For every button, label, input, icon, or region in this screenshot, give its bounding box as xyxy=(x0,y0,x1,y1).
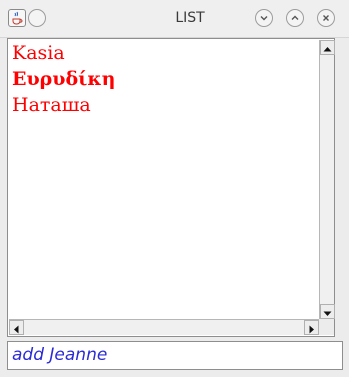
maximize-icon[interactable] xyxy=(286,9,304,27)
vertical-scrollbar[interactable] xyxy=(319,40,335,319)
list-item[interactable]: Kasia xyxy=(9,40,319,66)
add-item-input[interactable]: add Jeanne xyxy=(7,341,343,370)
scrollbar-corner xyxy=(319,319,334,335)
arrow-right-icon[interactable] xyxy=(304,320,319,335)
window-menu-icon[interactable] xyxy=(28,9,46,27)
minimize-icon[interactable] xyxy=(255,9,273,27)
arrow-left-icon[interactable] xyxy=(9,320,24,335)
window-content: Kasia Ευρυδίκη Наташа add Jeanne xyxy=(0,38,343,377)
list-item[interactable]: Ευρυδίκη xyxy=(9,66,319,92)
arrow-up-icon[interactable] xyxy=(320,40,335,55)
list[interactable]: Kasia Ευρυδίκη Наташа xyxy=(9,40,319,319)
list-item[interactable]: Наташа xyxy=(9,92,319,118)
java-cup-icon[interactable] xyxy=(8,9,26,27)
horizontal-scrollbar[interactable] xyxy=(9,319,319,335)
close-icon[interactable] xyxy=(317,9,335,27)
list-box[interactable]: Kasia Ευρυδίκη Наташа xyxy=(7,38,335,337)
arrow-down-icon[interactable] xyxy=(320,304,335,319)
window-title: LIST xyxy=(175,10,205,26)
title-bar: LIST xyxy=(0,0,349,38)
